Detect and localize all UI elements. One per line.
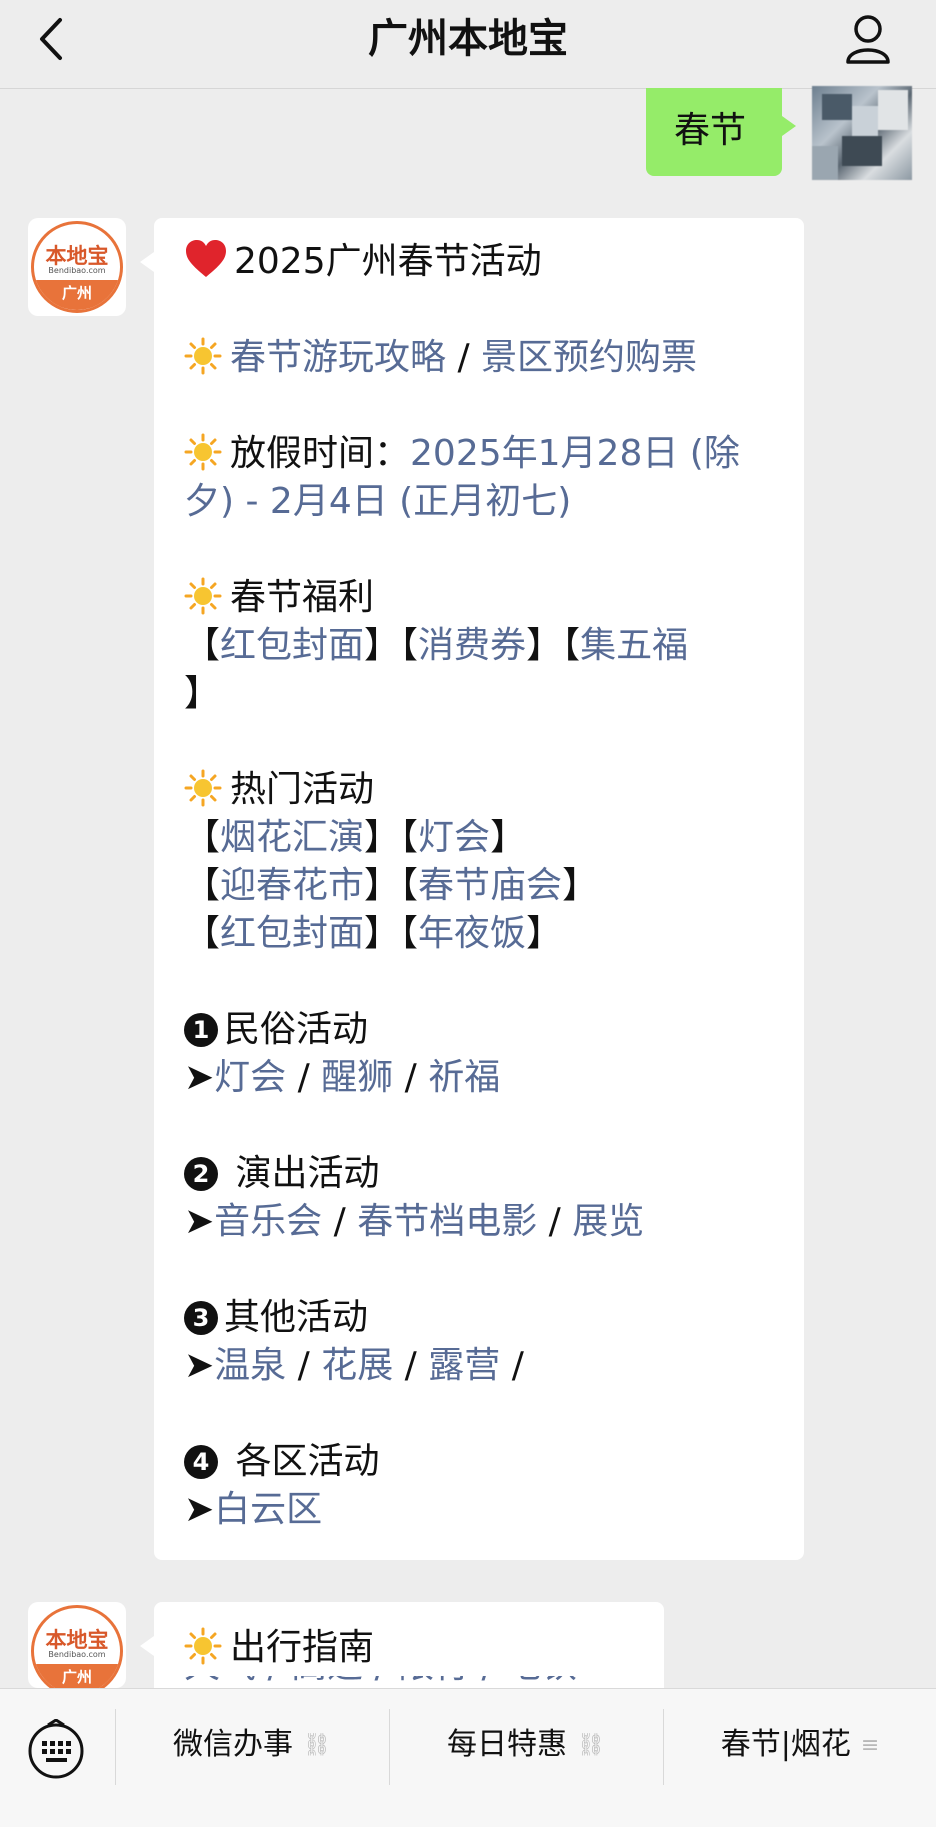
menu-item-spring-festival[interactable]: 春节|烟花 ≡ <box>664 1689 936 1801</box>
benefits-title-line: 春节福利 <box>184 574 794 622</box>
top-bar: 广州本地宝 <box>0 0 936 89</box>
bot-logo-sub: Bendibao.com <box>48 1650 106 1659</box>
hot-link[interactable]: 红包封面 <box>220 913 364 954</box>
section-link[interactable]: 展览 <box>572 1201 644 1242</box>
menu-item-wechat-service[interactable]: 微信办事 ⛓ <box>116 1689 388 1801</box>
hot-link[interactable]: 年夜饭 <box>418 913 526 954</box>
guide-sep: / <box>446 337 482 378</box>
hot-line: 【烟花汇演】【灯会】 <box>184 817 527 858</box>
message2-title-line: 出行指南 <box>184 1624 794 1672</box>
section-link[interactable]: 春节档电影 <box>357 1201 537 1242</box>
link-icon: ⛓ <box>577 1733 605 1758</box>
sun-icon <box>184 769 222 807</box>
bot-avatar[interactable]: 本地宝 Bendibao.com 广州 <box>28 1602 126 1688</box>
number-3-icon: 3 <box>184 1301 218 1335</box>
heart-icon <box>186 240 226 277</box>
holiday-line: 放假时间：2025年1月28日 (除 <box>184 430 794 478</box>
hot-link[interactable]: 灯会 <box>418 817 490 858</box>
hot-link[interactable]: 迎春花市 <box>220 865 364 906</box>
hot-title: 热门活动 <box>230 769 375 810</box>
bot-avatar[interactable]: 本地宝 Bendibao.com 广州 <box>28 218 126 316</box>
section-link[interactable]: 音乐会 <box>214 1201 322 1242</box>
section-links: ➤音乐会 / 春节档电影 / 展览 <box>184 1201 645 1242</box>
bot-logo-sub: Bendibao.com <box>48 266 106 275</box>
bot-logo-city: 广州 <box>34 1664 120 1688</box>
hot-link[interactable]: 春节庙会 <box>418 865 562 906</box>
number-4-icon: 4 <box>184 1445 218 1479</box>
section-link[interactable]: 露营 <box>428 1345 500 1386</box>
sun-icon <box>184 433 222 471</box>
section-title: 1 民俗活动 <box>184 1006 794 1054</box>
benefits-title: 春节福利 <box>230 577 375 618</box>
holiday-value-2[interactable]: 夕) - 2月4日 (正月初七) <box>184 481 571 522</box>
section-link[interactable]: 醒狮 <box>321 1057 393 1098</box>
bot-logo-city: 广州 <box>34 280 120 310</box>
sun-icon <box>184 337 222 375</box>
hot-title-line: 热门活动 <box>184 766 794 814</box>
message2-partial-links[interactable]: 天气 / 高速 / 限行 / 地铁 <box>184 1676 644 1688</box>
sun-icon <box>184 577 222 615</box>
keyboard-icon[interactable] <box>26 1718 86 1779</box>
section-link[interactable]: 白云区 <box>214 1489 322 1530</box>
message-title-line: 2025广州春节活动 <box>184 238 794 286</box>
chat-title: 广州本地宝 <box>368 16 568 62</box>
bottom-menu: 微信办事 ⛓ 每日特惠 ⛓ 春节|烟花 ≡ <box>0 1688 936 1827</box>
user-message-bubble[interactable]: 春节 <box>646 88 796 176</box>
hot-link[interactable]: 烟花汇演 <box>220 817 364 858</box>
number-1-icon: 1 <box>184 1013 218 1047</box>
section-links: ➤白云区 <box>184 1489 323 1530</box>
menu-item-daily-deals[interactable]: 每日特惠 ⛓ <box>390 1689 662 1801</box>
number-2-icon: 2 <box>184 1157 218 1191</box>
section-link[interactable]: 灯会 <box>214 1057 286 1098</box>
benefits-line: 【红包封面】【消费券】【集五福 <box>184 625 689 666</box>
section-links: ➤温泉 / 花展 / 露营 / <box>184 1345 524 1386</box>
message-content: 2025广州春节活动 春节游玩攻略 / 景区预约购票 放假时间：2025年1月2… <box>184 238 794 1534</box>
link-icon: ⛓ <box>303 1733 331 1758</box>
holiday-value-1[interactable]: 2025年1月28日 (除 <box>410 433 740 474</box>
holiday-label: 放假时间： <box>230 433 411 474</box>
section-title: 3 其他活动 <box>184 1294 794 1342</box>
sun-icon <box>184 1627 222 1665</box>
hot-line: 【红包封面】【年夜饭】 <box>184 913 563 954</box>
section-link[interactable]: 祈福 <box>428 1057 500 1098</box>
menu-list-icon: ≡ <box>860 1733 880 1758</box>
message2-title: 出行指南 <box>230 1627 375 1668</box>
message-title: 2025广州春节活动 <box>234 241 542 282</box>
profile-icon[interactable] <box>842 12 894 66</box>
bot-message-bubble: 2025广州春节活动 春节游玩攻略 / 景区预约购票 放假时间：2025年1月2… <box>140 218 804 1560</box>
benefit-link[interactable]: 红包封面 <box>220 625 364 666</box>
guide-link[interactable]: 春节游玩攻略 <box>230 337 446 378</box>
section-link[interactable]: 花展 <box>321 1345 393 1386</box>
benefit-link[interactable]: 集五福 <box>580 625 688 666</box>
benefit-link[interactable]: 消费券 <box>418 625 526 666</box>
hot-line: 【迎春花市】【春节庙会】 <box>184 865 599 906</box>
section-title: 4 各区活动 <box>184 1438 794 1486</box>
bot-message-bubble-2: 出行指南 天气 / 高速 / 限行 / 地铁 <box>140 1602 664 1692</box>
user-avatar[interactable] <box>812 86 912 180</box>
ticket-link[interactable]: 景区预约购票 <box>481 337 697 378</box>
section-link[interactable]: 温泉 <box>214 1345 286 1386</box>
section-links: ➤灯会 / 醒狮 / 祈福 <box>184 1057 501 1098</box>
user-message-text: 春节 <box>674 110 747 151</box>
guide-line: 春节游玩攻略 / 景区预约购票 <box>184 334 794 382</box>
section-title: 2 演出活动 <box>184 1150 794 1198</box>
